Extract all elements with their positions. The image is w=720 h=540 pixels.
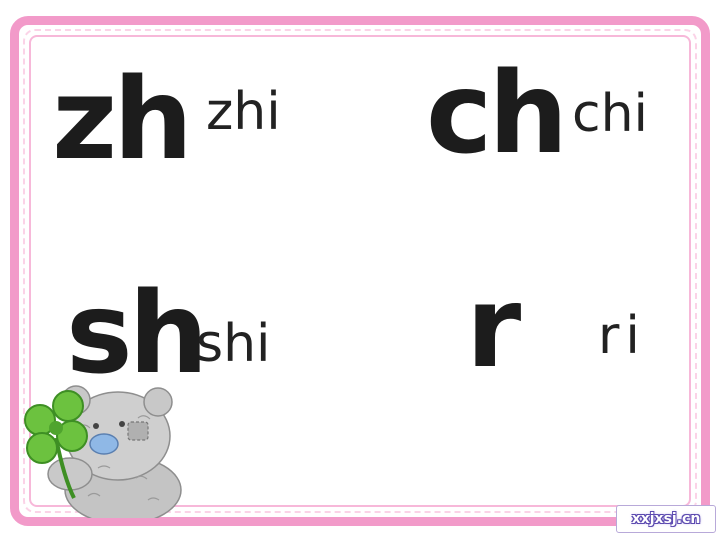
bear-nose [89,433,119,455]
initial-zh: zh [52,55,193,185]
bear-patch [127,421,149,441]
bear-eye-left [93,423,99,429]
syllable-ri: ri [598,306,646,366]
teddy-bear-with-clover-icon [24,385,182,518]
site-watermark: xxjxsj.cn [616,505,716,533]
initial-sh: sh [66,269,208,399]
bear-eye-right [119,421,125,427]
syllable-zhi: zhi [206,82,281,142]
syllable-shi: shi [196,314,271,374]
initial-ch: ch [426,49,568,179]
syllable-chi: chi [572,84,648,144]
initial-r: r [466,263,521,393]
slide: zh zhi ch chi sh shi r ri xxjxsj.cn [0,0,720,540]
bear-ear-right [143,387,173,417]
